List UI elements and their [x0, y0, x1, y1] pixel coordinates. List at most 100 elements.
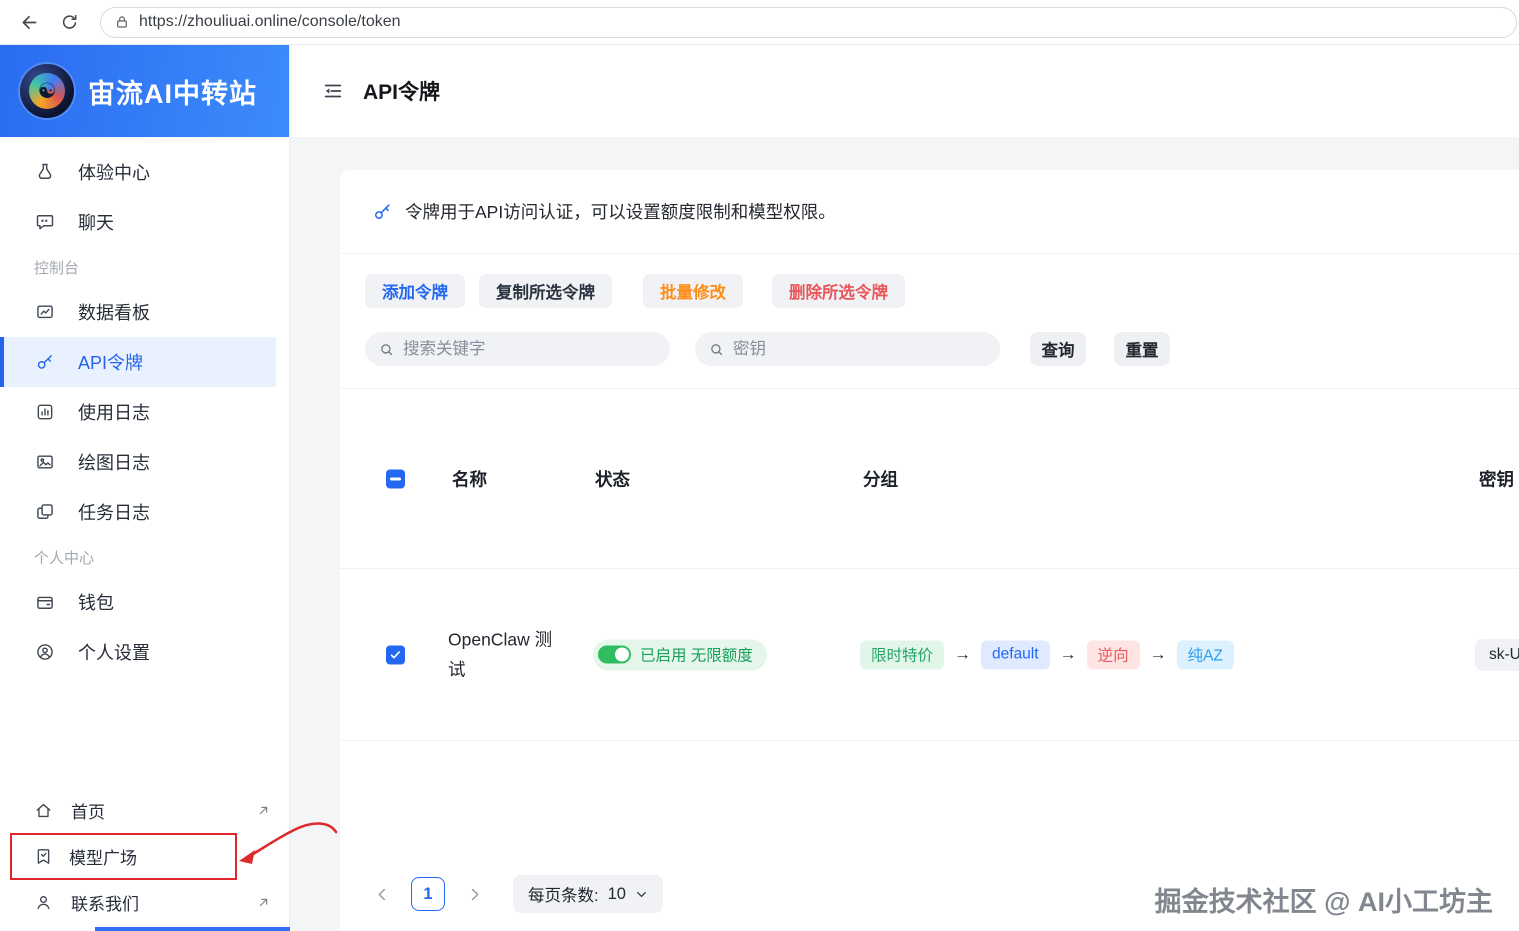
content: 令牌用于API访问认证，可以设置额度限制和模型权限。 添加令牌 复制所选令牌 批… — [290, 137, 1519, 931]
column-header-status: 状态 — [595, 469, 630, 489]
group-tag[interactable]: default — [981, 640, 1050, 669]
token-key[interactable]: sk-U — [1475, 638, 1519, 671]
sidebar-item-label: 模型广场 — [69, 849, 137, 868]
sidebar-item-label: 体验中心 — [78, 163, 150, 183]
address-bar[interactable]: https://zhouliuai.online/console/token — [100, 6, 1517, 38]
key-info-icon — [373, 202, 392, 221]
batch-edit-button[interactable]: 批量修改 — [643, 274, 743, 308]
search-icon — [379, 342, 394, 357]
external-link-icon — [256, 803, 271, 818]
sidebar: ☯ 宙流AI中转站 体验中心 聊天 控制台 数据看板 API令牌 使用日志 绘图… — [0, 45, 290, 931]
chat-icon — [34, 211, 56, 233]
page-size-label: 每页条数: — [528, 887, 599, 905]
column-header-key: 密钥 — [1479, 469, 1514, 489]
sidebar-item-label: 个人设置 — [78, 643, 150, 663]
row-checkbox[interactable] — [386, 645, 405, 664]
select-all-checkbox[interactable] — [386, 469, 405, 488]
brand: ☯ 宙流AI中转站 — [0, 45, 289, 137]
page-1-button[interactable]: 1 — [411, 877, 445, 911]
flask-icon — [34, 161, 56, 183]
page-size-select[interactable]: 每页条数: 10 — [513, 875, 663, 913]
brand-logo-icon: ☯ — [20, 64, 74, 118]
sidebar-footer: 首页 模型广场 联系我们 — [0, 788, 289, 925]
search-key-input[interactable] — [733, 339, 963, 359]
person-icon — [34, 893, 53, 912]
reset-button[interactable]: 重置 — [1114, 332, 1170, 366]
sidebar-item-label: 使用日志 — [78, 403, 150, 423]
back-icon[interactable] — [12, 5, 46, 39]
refresh-icon[interactable] — [52, 5, 86, 39]
copy-icon — [34, 501, 56, 523]
bottom-strip — [95, 927, 290, 931]
search-keyword-input[interactable] — [403, 339, 633, 359]
sidebar-item-wallet[interactable]: 钱包 — [0, 577, 289, 627]
sidebar-item-contact-us[interactable]: 联系我们 — [0, 880, 289, 925]
sidebar-item-label: 任务日志 — [78, 503, 150, 523]
group-arrow-icon: → — [1059, 644, 1077, 664]
url-text: https://zhouliuai.online/console/token — [139, 13, 401, 30]
sidebar-nav: 体验中心 聊天 控制台 数据看板 API令牌 使用日志 绘图日志 任务日志 个人… — [0, 137, 289, 677]
group-tag[interactable]: 逆向 — [1086, 640, 1140, 669]
group-chain: 限时特价 → default → 逆向 → 纯AZ — [860, 640, 1234, 669]
status-badge: 已启用 无限额度 — [593, 639, 767, 670]
info-text: 令牌用于API访问认证，可以设置额度限制和模型权限。 — [405, 202, 836, 222]
query-button[interactable]: 查询 — [1030, 332, 1086, 366]
status-text: 已启用 无限额度 — [640, 647, 753, 665]
external-link-icon — [256, 895, 271, 910]
page-size-value: 10 — [607, 884, 626, 903]
sidebar-item-personal-settings[interactable]: 个人设置 — [0, 627, 289, 677]
sidebar-item-label: API令牌 — [78, 353, 144, 373]
group-arrow-icon: → — [954, 644, 972, 664]
sidebar-item-label: 联系我们 — [71, 895, 139, 914]
group-tag[interactable]: 限时特价 — [860, 640, 945, 669]
app-frame: ☯ 宙流AI中转站 体验中心 聊天 控制台 数据看板 API令牌 使用日志 绘图… — [0, 45, 1519, 931]
sidebar-item-experience-center[interactable]: 体验中心 — [0, 147, 289, 197]
dashboard-icon — [34, 301, 56, 323]
sidebar-item-dashboard[interactable]: 数据看板 — [0, 287, 289, 337]
topbar: API令牌 — [290, 45, 1519, 137]
browser-bar: https://zhouliuai.online/console/token — [0, 0, 1519, 45]
page-title: API令牌 — [363, 81, 441, 104]
column-header-group: 分组 — [863, 469, 898, 489]
sidebar-item-drawing-log[interactable]: 绘图日志 — [0, 437, 289, 487]
bookmark-check-icon — [34, 847, 53, 866]
image-icon — [34, 451, 56, 473]
sidebar-item-chat[interactable]: 聊天 — [0, 197, 289, 247]
sidebar-item-task-log[interactable]: 任务日志 — [0, 487, 289, 537]
wallet-icon — [34, 591, 56, 613]
home-icon — [34, 801, 53, 820]
search-row: 查询 重置 — [340, 332, 1519, 366]
watermark: 掘金技术社区 @ AI小工坊主 — [1154, 887, 1493, 917]
keyword-search-field[interactable] — [365, 332, 670, 366]
sidebar-item-label: 钱包 — [78, 593, 114, 613]
sidebar-item-home[interactable]: 首页 — [0, 788, 289, 833]
main-area: API令牌 令牌用于API访问认证，可以设置额度限制和模型权限。 添加令牌 复制… — [290, 45, 1519, 931]
next-page-icon[interactable] — [457, 877, 491, 911]
pagination: 1 每页条数: 10 — [365, 875, 663, 913]
sidebar-item-usage-log[interactable]: 使用日志 — [0, 387, 289, 437]
user-settings-icon — [34, 641, 56, 663]
section-label-personal: 个人中心 — [34, 549, 95, 567]
sidebar-item-model-plaza[interactable]: 模型广场 — [10, 833, 237, 880]
section-label-console: 控制台 — [34, 259, 80, 277]
key-search-field[interactable] — [695, 332, 1000, 366]
status-toggle[interactable] — [598, 645, 631, 664]
group-arrow-icon: → — [1149, 644, 1167, 664]
group-tag[interactable]: 纯AZ — [1176, 640, 1234, 669]
bar-chart-icon — [34, 401, 56, 423]
column-header-name: 名称 — [452, 469, 487, 489]
sidebar-item-label: 绘图日志 — [78, 453, 150, 473]
add-token-button[interactable]: 添加令牌 — [365, 274, 465, 308]
table-row: OpenClaw 测试 已启用 无限额度 限时特价 → default → 逆向… — [340, 569, 1519, 741]
brand-title: 宙流AI中转站 — [88, 78, 257, 109]
sidebar-item-label: 聊天 — [78, 213, 114, 233]
collapse-sidebar-icon[interactable] — [322, 80, 344, 102]
sidebar-item-label: 首页 — [71, 803, 105, 822]
prev-page-icon[interactable] — [365, 877, 399, 911]
sidebar-item-api-token[interactable]: API令牌 — [0, 337, 276, 387]
info-row: 令牌用于API访问认证，可以设置额度限制和模型权限。 — [340, 170, 1519, 254]
token-card: 令牌用于API访问认证，可以设置额度限制和模型权限。 添加令牌 复制所选令牌 批… — [340, 170, 1519, 931]
copy-selected-tokens-button[interactable]: 复制所选令牌 — [479, 274, 612, 308]
delete-selected-tokens-button[interactable]: 删除所选令牌 — [772, 274, 905, 308]
screen: https://zhouliuai.online/console/token ☯… — [0, 0, 1519, 931]
